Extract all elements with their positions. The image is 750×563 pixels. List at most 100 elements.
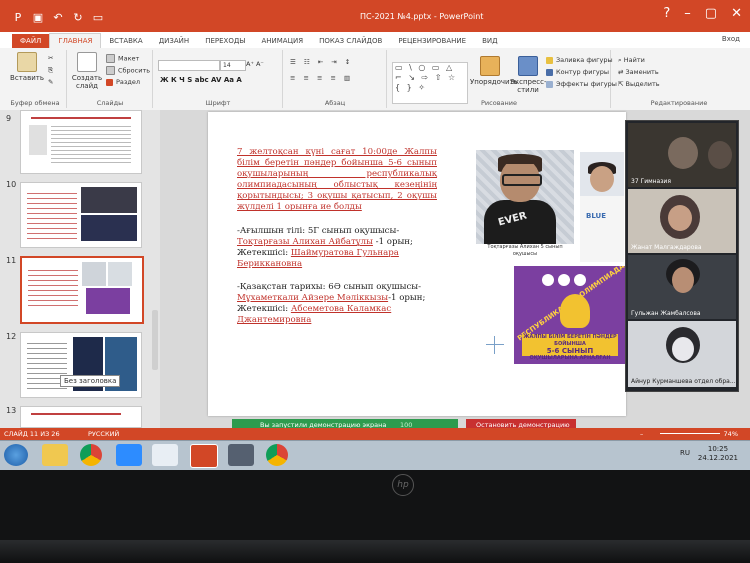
thumbnails-scrollbar[interactable]	[152, 310, 158, 370]
undo-icon[interactable]: ↶	[52, 12, 64, 24]
slide-paragraph-1: 7 желтоқсан күні сағат 10:00де Жалпы біл…	[237, 147, 437, 213]
zoom-app-icon[interactable]	[116, 444, 142, 466]
laptop-hinge	[0, 540, 750, 563]
camera-app-icon[interactable]	[228, 444, 254, 466]
thumb-number: 11	[6, 256, 17, 265]
quick-styles-icon	[518, 56, 538, 76]
shape-outline-button[interactable]: Контур фигуры	[546, 68, 609, 76]
start-button-icon[interactable]	[4, 444, 28, 466]
slide-thumbnail-13[interactable]	[20, 406, 142, 428]
paste-button[interactable]: Вставить	[10, 52, 44, 82]
copy-icon[interactable]: ⎘	[48, 66, 53, 75]
quick-styles-button[interactable]: Экспресс-стили	[510, 56, 547, 94]
tab-review[interactable]: РЕЦЕНЗИРОВАНИЕ	[390, 34, 474, 48]
student-photo-2[interactable]: BLUE	[580, 152, 624, 262]
status-language[interactable]: РУССКИЙ	[88, 430, 119, 438]
save-icon[interactable]: ▣	[32, 12, 44, 24]
font-size-dropdown[interactable]: 14	[220, 60, 246, 71]
font-name-dropdown[interactable]	[158, 60, 220, 71]
group-slides: Создать слайд Макет Сбросить Раздел Слай…	[68, 50, 153, 108]
reset-button[interactable]: Сбросить	[106, 66, 150, 75]
arrange-button[interactable]: Упорядочить	[470, 56, 518, 86]
align-icons[interactable]: ≡ ≡ ≡ ≡ ▥	[290, 74, 353, 82]
status-bar: СЛАЙД 11 ИЗ 26 РУССКИЙ – 74%	[0, 428, 750, 440]
powerpoint-logo-icon: P	[14, 11, 22, 24]
maximize-icon[interactable]: ▢	[705, 6, 717, 21]
group-font: 14 A⁺ A⁻ Ж К Ч S abc AV Аа A Шрифт	[154, 50, 283, 108]
drawing-group-label: Рисование	[481, 99, 517, 107]
tab-insert[interactable]: ВСТАВКА	[101, 34, 150, 48]
screen: P ▣ ↶ ↻ ▭ ПС-2021 №4.pptx - PowerPoint ?…	[0, 0, 750, 470]
participant-tile[interactable]: 37 Гимназия	[628, 123, 736, 187]
slide-thumbnail-12[interactable]	[20, 332, 142, 398]
sign-in-link[interactable]: Вход	[722, 35, 740, 43]
help-icon[interactable]: ?	[663, 6, 670, 21]
crosshair-cursor-icon	[486, 336, 504, 354]
student-photo-1[interactable]: EVER Тоқтарғазы Алихан 5 сынып оқушысы	[476, 150, 574, 260]
paint-icon[interactable]	[152, 444, 178, 466]
shape-effects-button[interactable]: Эффекты фигуры	[546, 80, 617, 88]
redo-icon[interactable]: ↻	[72, 12, 84, 24]
close-icon[interactable]: ✕	[731, 6, 742, 21]
minimize-icon[interactable]: –	[684, 6, 691, 21]
thumb-number: 9	[6, 114, 12, 123]
select-button[interactable]: ⇱ Выделить	[618, 80, 660, 88]
tab-slideshow[interactable]: ПОКАЗ СЛАЙДОВ	[311, 34, 390, 48]
ribbon-tabs: ФАЙЛ ГЛАВНАЯ ВСТАВКА ДИЗАЙН ПЕРЕХОДЫ АНИ…	[0, 32, 750, 49]
zoom-slider[interactable]	[660, 433, 720, 434]
participant-tile[interactable]: Жанат Малгаждарова	[628, 189, 736, 253]
replace-icon: ⇄	[618, 68, 626, 76]
tab-design[interactable]: ДИЗАЙН	[151, 34, 197, 48]
slide-thumbnail-10[interactable]	[20, 182, 142, 248]
paragraph-group-label: Абзац	[324, 99, 346, 107]
shapes-gallery[interactable]: ▭ \ ○ ▭ △ ⌐ ↘ ⇨ ⇧ ☆ { } ✧	[392, 62, 468, 104]
participant-tile[interactable]: Гульжан Жамбалсова	[628, 255, 736, 319]
arrange-icon	[480, 56, 500, 76]
find-button[interactable]: ⌕ Найти	[618, 56, 645, 65]
taskbar-language[interactable]: RU	[680, 449, 690, 457]
new-slide-button[interactable]: Создать слайд	[70, 52, 104, 90]
glasses-icon	[502, 174, 542, 186]
file-explorer-icon[interactable]	[42, 444, 68, 466]
olympiad-poster[interactable]: РЕСПУБЛИКАЛЫҚ ОЛИМПИАДА ЖАЛПЫ БІЛІМ БЕРЕ…	[514, 266, 626, 364]
tab-transitions[interactable]: ПЕРЕХОДЫ	[197, 34, 253, 48]
shirt-print: BLUE	[586, 212, 607, 220]
photo-caption: Тоқтарғазы Алихан 5 сынып оқушысы	[476, 244, 574, 260]
tab-view[interactable]: ВИД	[474, 34, 506, 48]
zoom-out-icon[interactable]: –	[640, 430, 643, 438]
paste-icon	[17, 52, 37, 72]
window-controls: ? – ▢ ✕	[663, 6, 742, 21]
layout-button[interactable]: Макет	[106, 54, 139, 63]
section-button[interactable]: Раздел	[106, 78, 140, 86]
thumbnail-tooltip: Без заголовка	[60, 375, 121, 387]
tab-home[interactable]: ГЛАВНАЯ	[49, 33, 102, 48]
taskbar-clock[interactable]: 10:25 24.12.2021	[698, 445, 738, 463]
slide-counter: СЛАЙД 11 ИЗ 26	[4, 430, 60, 438]
zoom-level[interactable]: 74%	[724, 430, 738, 438]
cut-icon[interactable]: ✂	[48, 54, 53, 62]
slide-paragraph-2: -Ағылшын тілі: 5Г сынып оқушысы- Тоқтарғ…	[237, 225, 413, 269]
grow-font-icon[interactable]: A⁺ A⁻	[246, 60, 264, 68]
thumb-number: 10	[6, 180, 17, 189]
font-format-row[interactable]: Ж К Ч S abc AV Аа A	[160, 76, 242, 84]
video-call-panel[interactable]: 37 Гимназия Жанат Малгаждарова Гульжан Ж…	[625, 120, 739, 392]
tab-file[interactable]: ФАЙЛ	[12, 34, 50, 48]
format-painter-icon[interactable]: ✎	[48, 78, 53, 86]
tab-animation[interactable]: АНИМАЦИЯ	[253, 34, 311, 48]
powerpoint-taskbar-icon[interactable]	[190, 444, 218, 468]
group-drawing: ▭ \ ○ ▭ △ ⌐ ↘ ⇨ ⇧ ☆ { } ✧ Упорядочить Эк…	[388, 50, 617, 108]
shape-fill-button[interactable]: Заливка фигуры	[546, 56, 613, 64]
replace-button[interactable]: ⇄ Заменить	[618, 68, 659, 76]
slide-thumbnail-11[interactable]	[20, 256, 144, 324]
clipboard-group-label: Буфер обмена	[10, 99, 60, 107]
slide-text-box[interactable]: 7 желтоқсан күні сағат 10:00де Жалпы біл…	[237, 147, 437, 338]
list-icons[interactable]: ☰ ☷ ⇤ ⇥ ↕	[290, 58, 353, 66]
chrome-icon[interactable]	[80, 444, 102, 466]
thumb-number: 12	[6, 332, 17, 341]
slide-thumbnail-9[interactable]	[20, 110, 142, 174]
quick-access-toolbar: P ▣ ↶ ↻ ▭	[12, 12, 104, 24]
chrome-icon[interactable]	[266, 444, 288, 466]
hp-logo-icon: hp	[392, 474, 414, 496]
present-icon[interactable]: ▭	[92, 12, 104, 24]
participant-tile[interactable]: Айнур Курманшева отдел обра...	[628, 321, 736, 387]
